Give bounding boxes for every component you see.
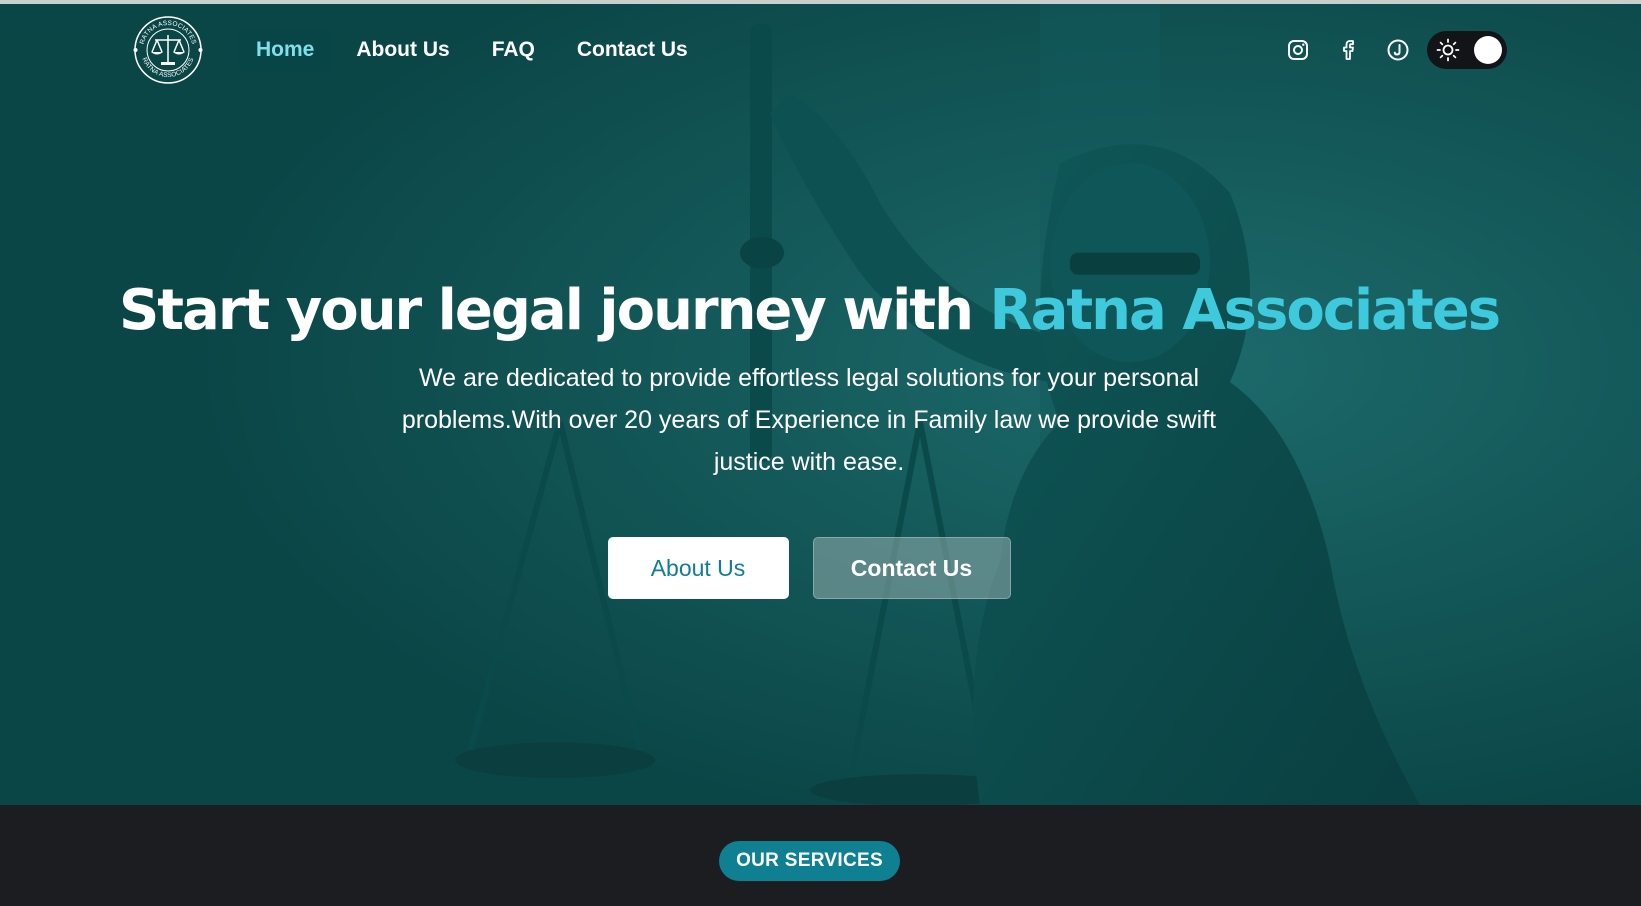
hero-cta-row: About Us Contact Us [0, 537, 1618, 600]
contact-us-button[interactable]: Contact Us [812, 537, 1011, 600]
nav-about-us[interactable]: About Us [338, 28, 467, 72]
headline-brand-accent: Ratna Associates [989, 278, 1501, 343]
top-navbar: RATNA ASSOCIATES RATNA ASSOCIATES Home A… [0, 4, 1641, 94]
nav-contact-us[interactable]: Contact Us [559, 28, 706, 72]
nav-home[interactable]: Home [238, 28, 333, 72]
sun-icon [1436, 38, 1460, 62]
justdial-icon[interactable] [1383, 35, 1413, 65]
page: RATNA ASSOCIATES RATNA ASSOCIATES Home A… [0, 0, 1641, 906]
hero-subtext: We are dedicated to provide effortless l… [401, 364, 1217, 477]
about-us-button[interactable]: About Us [607, 537, 789, 600]
our-services-badge: OUR SERVICES [719, 841, 900, 881]
hero-headline: Start your legal journey with Ratna Asso… [0, 278, 1618, 343]
services-section: OUR SERVICES [0, 805, 1641, 906]
hero-section: RATNA ASSOCIATES RATNA ASSOCIATES Home A… [0, 0, 1641, 805]
facebook-icon[interactable] [1333, 35, 1363, 65]
ratna-associates-logo[interactable]: RATNA ASSOCIATES RATNA ASSOCIATES [133, 15, 203, 85]
headline-main-text: Start your legal journey with [118, 278, 990, 343]
scales-of-justice-icon: RATNA ASSOCIATES RATNA ASSOCIATES [133, 16, 203, 84]
nav-faq[interactable]: FAQ [474, 28, 553, 72]
toggle-knob [1474, 36, 1502, 64]
main-nav: Home About Us FAQ Contact Us [238, 28, 712, 72]
instagram-icon[interactable] [1283, 35, 1313, 65]
theme-toggle-switch[interactable] [1427, 31, 1507, 69]
hero-content: Start your legal journey with Ratna Asso… [0, 278, 1618, 600]
nav-actions [1263, 31, 1507, 69]
